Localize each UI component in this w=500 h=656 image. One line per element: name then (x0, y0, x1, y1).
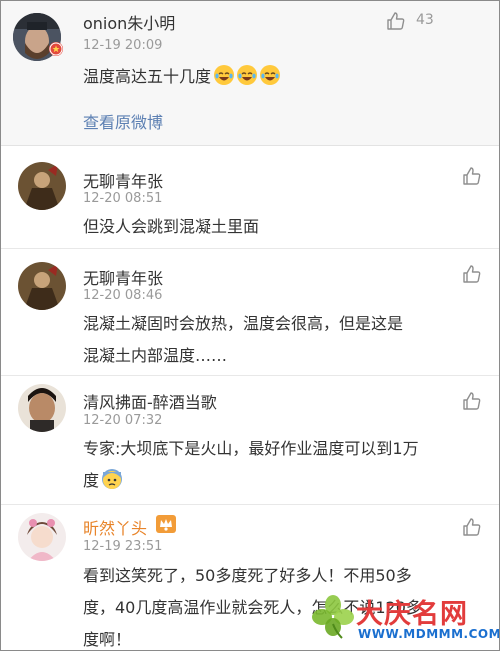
timestamp: 12-19 20:09 (83, 38, 163, 53)
thumbs-up-icon (387, 12, 405, 30)
laughing-tears-emoji-icon (214, 65, 235, 85)
avatar[interactable] (18, 262, 66, 310)
reply-text: 混凝土凝固时会放热，温度会很高，但是这是 混凝土内部温度…… (83, 308, 403, 372)
reply-text: 专家:大坝底下是火山，最好作业温度可以到1万 度 (83, 433, 419, 497)
timestamp: 12-20 08:46 (83, 288, 163, 303)
vip-badge-icon (156, 515, 176, 533)
reply-text: 但没人会跳到混凝土里面 (83, 211, 259, 243)
reply-line: 混凝土内部温度…… (83, 346, 228, 365)
avatar-image (18, 262, 66, 310)
reply-line-last: 度 (83, 465, 419, 497)
timestamp: 12-19 23:51 (83, 539, 163, 554)
view-original-post-link[interactable]: 查看原微博 (83, 109, 163, 133)
weary-emoji-icon (102, 469, 123, 489)
reply-item: 无聊青年张 12-20 08:46 混凝土凝固时会放热，温度会很高，但是这是 混… (0, 249, 500, 376)
avatar-image (18, 162, 66, 210)
avatar[interactable] (18, 513, 66, 561)
verified-badge-icon (49, 42, 63, 56)
thumbs-up-icon[interactable] (462, 264, 482, 284)
reply-line: 混凝土凝固时会放热，温度会很高，但是这是 (83, 314, 404, 333)
avatar-image (18, 384, 66, 432)
like-count: 43 (416, 12, 434, 28)
reply-item: 无聊青年张 12-20 08:51 但没人会跳到混凝土里面 (0, 146, 500, 249)
username[interactable]: onion朱小明 (83, 10, 175, 34)
timestamp: 12-20 08:51 (83, 191, 163, 206)
avatar-image (18, 513, 66, 561)
username[interactable]: 清风拂面-醉酒当歌 (83, 389, 217, 413)
comment-text: 温度高达五十几度 (83, 61, 281, 93)
clover-logo-icon (312, 595, 354, 639)
thumbs-up-icon[interactable] (462, 166, 482, 186)
reply-item: 清风拂面-醉酒当歌 12-20 07:32 专家:大坝底下是火山，最好作业温度可… (0, 376, 500, 505)
reply-line: 专家:大坝底下是火山，最好作业温度可以到1万 (83, 439, 419, 458)
timestamp: 12-20 07:32 (83, 413, 163, 428)
username[interactable]: 昕然丫头 (83, 515, 147, 539)
username[interactable]: 无聊青年张 (83, 265, 163, 289)
username[interactable]: 无聊青年张 (83, 168, 163, 192)
reply-line: 度 (83, 471, 100, 490)
watermark-url: WWW.MDMMM.COM (358, 627, 500, 641)
thumbs-up-icon[interactable] (462, 391, 482, 411)
laughing-tears-emoji-icon (237, 65, 258, 85)
like-button[interactable]: 43 (386, 10, 456, 34)
avatar[interactable] (18, 162, 66, 210)
thumbs-up-icon[interactable] (462, 517, 482, 537)
site-watermark: 大庆名网 WWW.MDMMM.COM (312, 588, 500, 651)
watermark-text: 大庆名网 (356, 599, 468, 630)
comment-text-body: 温度高达五十几度 (83, 67, 212, 86)
laughing-tears-emoji-icon (260, 65, 281, 85)
main-comment: onion朱小明 12-19 20:09 温度高达五十几度 查看原微博 43 (0, 0, 500, 146)
reply-line: 但没人会跳到混凝土里面 (83, 217, 260, 236)
avatar[interactable] (18, 384, 66, 432)
